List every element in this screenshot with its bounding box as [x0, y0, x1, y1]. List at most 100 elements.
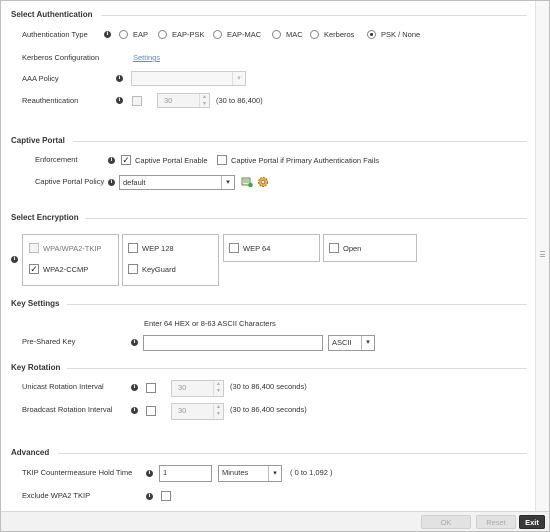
broadcast-rotation-checkbox[interactable]	[146, 406, 156, 416]
unicast-rotation-checkbox[interactable]	[146, 383, 156, 393]
section-divider	[73, 141, 527, 142]
info-icon[interactable]: i	[131, 384, 138, 391]
captive-portal-policy-label: Captive Portal Policy	[35, 177, 105, 186]
aaa-policy-select[interactable]: ▾	[131, 71, 246, 86]
spinner-buttons[interactable]: ▲ ▼	[213, 404, 223, 419]
reauth-label: Reauthentication	[22, 96, 79, 105]
chevron-down-icon: ▾	[232, 72, 245, 85]
spin-down-icon[interactable]: ▼	[214, 411, 223, 418]
captive-portal-enable-label: Captive Portal Enable	[135, 156, 208, 165]
info-icon[interactable]: i	[131, 339, 138, 346]
info-icon[interactable]: i	[116, 97, 123, 104]
section-title-key-settings: Key Settings	[11, 299, 60, 308]
info-icon[interactable]: i	[116, 75, 123, 82]
spinner-buttons[interactable]: ▲ ▼	[213, 381, 223, 396]
keyguard-label: KeyGuard	[142, 265, 176, 274]
broadcast-rotation-label: Broadcast Rotation Interval	[22, 405, 113, 414]
radio-label-eap-psk: EAP-PSK	[172, 30, 205, 39]
scrollbar-grip-icon[interactable]	[540, 251, 545, 257]
info-icon[interactable]: i	[11, 256, 18, 263]
reset-button[interactable]: Reset	[476, 515, 516, 529]
radio-label-psk-none: PSK / None	[381, 30, 421, 39]
vertical-scrollbar[interactable]	[535, 1, 549, 511]
tkip-hold-time-range: ( 0 to 1,092 )	[290, 468, 333, 477]
radio-label-mac: MAC	[286, 30, 303, 39]
ok-button[interactable]: OK	[421, 515, 471, 529]
radio-label-kerberos: Kerberos	[324, 30, 355, 39]
tkip-hold-time-unit-select[interactable]: Minutes ▾	[218, 465, 282, 482]
info-icon[interactable]: i	[146, 493, 153, 500]
radio-mac[interactable]	[272, 30, 281, 39]
spin-down-icon[interactable]: ▼	[200, 101, 209, 108]
unicast-rotation-label: Unicast Rotation Interval	[22, 382, 104, 391]
section-title-key-rotation: Key Rotation	[11, 363, 61, 372]
edit-policy-gear-icon[interactable]	[257, 176, 269, 188]
radio-psk-none[interactable]	[367, 30, 376, 39]
aaa-policy-label: AAA Policy	[22, 74, 59, 83]
unicast-rotation-range: (30 to 86,400 seconds)	[230, 382, 307, 391]
psk-hint: Enter 64 HEX or 8-63 ASCII Characters	[144, 319, 276, 328]
psk-format-value: ASCII	[332, 338, 352, 347]
create-policy-icon[interactable]	[241, 176, 253, 188]
radio-eap-psk[interactable]	[158, 30, 167, 39]
captive-portal-if-fails-checkbox[interactable]	[217, 155, 227, 165]
exclude-wpa2-tkip-checkbox[interactable]	[161, 491, 171, 501]
wep128-label: WEP 128	[142, 244, 174, 253]
encryption-group-wep128	[122, 234, 219, 286]
info-icon[interactable]: i	[146, 470, 153, 477]
radio-eap[interactable]	[119, 30, 128, 39]
section-divider	[101, 15, 527, 16]
wep64-checkbox[interactable]	[229, 243, 239, 253]
section-divider	[85, 218, 527, 219]
wpa2-ccmp-label: WPA2-CCMP	[43, 265, 89, 274]
exclude-wpa2-tkip-label: Exclude WPA2 TKIP	[22, 491, 91, 500]
kerberos-settings-link[interactable]: Settings	[133, 53, 160, 62]
info-icon[interactable]: i	[108, 157, 115, 164]
kerberos-config-label: Kerberos Configuration	[22, 53, 100, 62]
psk-input[interactable]	[143, 335, 323, 351]
broadcast-rotation-range: (30 to 86,400 seconds)	[230, 405, 307, 414]
info-icon[interactable]: i	[131, 407, 138, 414]
info-icon[interactable]: i	[108, 179, 115, 186]
exit-button[interactable]: Exit	[519, 515, 545, 529]
form-scroll-area: Select Authentication Authentication Typ…	[1, 1, 535, 511]
reauth-spinner[interactable]: 30 ▲ ▼	[157, 93, 210, 108]
open-label: Open	[343, 244, 362, 253]
tkip-hold-time-label: TKIP Countermeasure Hold Time	[22, 468, 133, 477]
reauth-checkbox[interactable]	[132, 96, 142, 106]
chevron-down-icon: ▾	[268, 466, 281, 481]
captive-portal-policy-select[interactable]: default ▾	[119, 175, 235, 190]
wpa2-ccmp-checkbox[interactable]: ✓	[29, 264, 39, 274]
info-icon[interactable]: i	[104, 31, 111, 38]
chevron-down-icon: ▾	[221, 176, 234, 189]
radio-eap-mac[interactable]	[213, 30, 222, 39]
wep128-checkbox[interactable]	[128, 243, 138, 253]
reauth-range: (30 to 86,400)	[216, 96, 263, 105]
spinner-buttons[interactable]: ▲ ▼	[199, 94, 209, 107]
tkip-hold-time-unit: Minutes	[222, 468, 249, 477]
broadcast-rotation-value: 30	[178, 406, 187, 415]
section-divider	[67, 304, 527, 305]
unicast-rotation-value: 30	[178, 383, 187, 392]
keyguard-checkbox[interactable]	[128, 264, 138, 274]
wpa-tkip-checkbox[interactable]	[29, 243, 39, 253]
captive-portal-if-fails-label: Captive Portal if Primary Authentication…	[231, 156, 379, 165]
spin-down-icon[interactable]: ▼	[214, 388, 223, 395]
enforcement-label: Enforcement	[35, 155, 78, 164]
radio-kerberos[interactable]	[310, 30, 319, 39]
section-title-advanced: Advanced	[11, 448, 50, 457]
broadcast-rotation-spinner[interactable]: 30 ▲ ▼	[171, 403, 224, 420]
dialog-footer: OK Reset Exit	[1, 511, 549, 531]
psk-format-select[interactable]: ASCII ▾	[328, 335, 375, 351]
captive-portal-policy-value: default	[123, 178, 146, 187]
section-title-select-encryption: Select Encryption	[11, 213, 79, 222]
tkip-hold-time-input[interactable]: 1	[159, 465, 212, 482]
radio-label-eap: EAP	[133, 30, 149, 39]
open-checkbox[interactable]	[329, 243, 339, 253]
unicast-rotation-spinner[interactable]: 30 ▲ ▼	[171, 380, 224, 397]
wpa-tkip-label: WPA/WPA2-TKIP	[43, 244, 102, 253]
reauth-value: 30	[164, 96, 173, 105]
captive-portal-enable-checkbox[interactable]: ✓	[121, 155, 131, 165]
section-title-select-authentication: Select Authentication	[11, 10, 93, 19]
psk-label: Pre-Shared Key	[22, 337, 76, 346]
